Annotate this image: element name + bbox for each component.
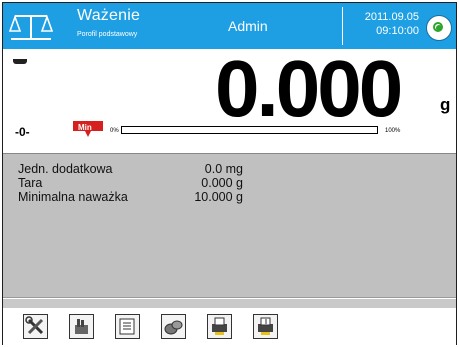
tools-icon	[25, 316, 44, 335]
tare-button[interactable]	[69, 314, 94, 339]
info-row-label: Tara	[18, 176, 43, 190]
print-footer-button[interactable]	[253, 314, 278, 339]
level-indicator-icon[interactable]	[426, 15, 452, 41]
scale-logo-icon	[9, 14, 53, 40]
info-row-value: 10.000 g	[194, 190, 243, 204]
screen-frame: Ważenie Porofil podstawowy Admin 2011.09…	[2, 2, 457, 346]
report-icon	[119, 318, 135, 335]
toolbar-separator	[3, 299, 456, 308]
weights-button[interactable]	[161, 314, 186, 339]
zero-indicator: -0-	[15, 125, 30, 139]
print-header-icon	[212, 317, 227, 335]
info-row-label: Jedn. dodatkowa	[18, 162, 113, 176]
profile-name[interactable]: Porofil podstawowy	[77, 31, 137, 38]
load-bargraph	[121, 126, 378, 134]
weights-icon	[164, 320, 183, 335]
user-name[interactable]: Admin	[228, 18, 268, 34]
report-button[interactable]	[115, 314, 140, 339]
bar-min-label: 0%	[110, 128, 119, 134]
bottom-toolbar	[3, 308, 456, 346]
time-display[interactable]: 09:10:00	[349, 25, 419, 37]
print-footer-icon	[258, 317, 273, 335]
weight-unit[interactable]: g	[440, 95, 450, 115]
stability-marker-icon	[13, 59, 27, 64]
print-header-button[interactable]	[207, 314, 232, 339]
weight-reading: 0.000	[215, 44, 403, 133]
tools-button[interactable]	[23, 314, 48, 339]
level-bubble	[436, 25, 442, 31]
info-row-label: Minimalna naważka	[18, 190, 128, 204]
tare-hand-icon	[75, 319, 88, 334]
bar-max-label: 100%	[385, 128, 401, 134]
min-label: Min	[78, 123, 92, 132]
info-row-value: 0.000 g	[201, 176, 243, 190]
date-display[interactable]: 2011.09.05	[349, 9, 419, 25]
info-panel: Jedn. dodatkowa 0.0 mg Tara 0.000 g Mini…	[3, 153, 456, 298]
info-row-value: 0.0 mg	[204, 162, 243, 176]
header-divider	[342, 7, 343, 45]
mode-title[interactable]: Ważenie	[77, 7, 140, 25]
